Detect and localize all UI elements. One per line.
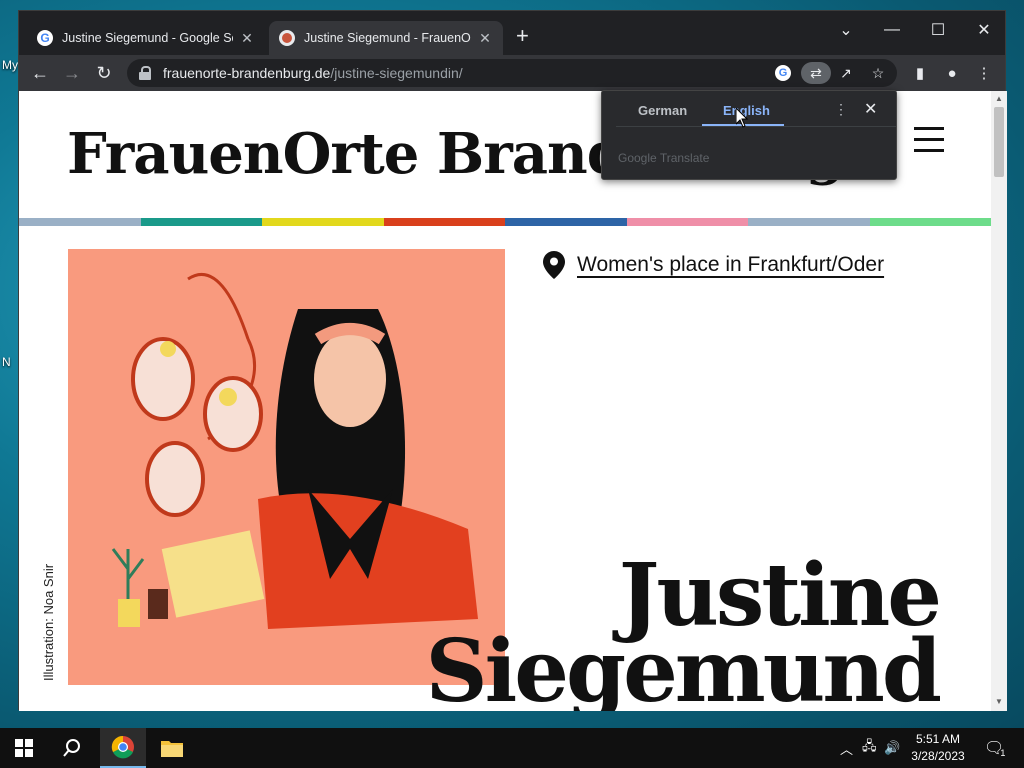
address-bar[interactable]: frauenorte-brandenburg.de/justine-siegem… [127,59,897,87]
tab-strip: G Justine Siegemund - Google Sear ✕ Just… [19,11,1005,55]
tab-close-icon[interactable]: ✕ [239,30,255,47]
bookmark-star-icon[interactable]: ☆ [867,62,889,84]
hamburger-menu-icon[interactable] [914,127,944,153]
location-pin-icon [543,251,565,279]
clock-date: 3/28/2023 [911,749,965,763]
taskbar: ︿ 🖧 🔊 5:51 AM 3/28/2023 🗨 1 [0,728,1024,768]
new-tab-button[interactable]: + [516,24,529,48]
translate-popup: German English ⋮ ✕ Google Translate [601,90,897,180]
tab-frauenorte[interactable]: Justine Siegemund - FrauenOrte ✕ [269,21,503,55]
stripe-segment [19,218,141,226]
tab-close-icon[interactable]: ✕ [477,30,493,47]
url-text[interactable]: frauenorte-brandenburg.de/justine-siegem… [163,65,463,81]
tab-search-icon[interactable]: ⌄ [823,15,869,45]
maximize-button[interactable]: ☐ [915,15,961,45]
translate-divider [616,126,896,127]
tab-title: Justine Siegemund - Google Sear [62,31,233,45]
scroll-up-icon[interactable]: ▲ [995,94,1003,103]
translate-icon[interactable]: ⇄ [801,62,831,84]
color-stripe [19,218,991,226]
reload-icon[interactable]: ↻ [91,60,117,86]
notification-icon[interactable]: 🗨 1 [984,728,1005,768]
side-panel-icon[interactable]: ▮ [907,60,933,86]
profile-icon[interactable]: ● [939,60,965,86]
translate-tab-german[interactable]: German [638,103,687,118]
stripe-segment [748,218,870,226]
tab-google-search[interactable]: G Justine Siegemund - Google Sear ✕ [27,21,265,55]
google-favicon-icon: G [37,30,53,46]
person-name-last: Siegemund [425,621,942,712]
chrome-taskbar-icon[interactable] [100,728,146,768]
close-window-button[interactable]: ✕ [961,15,1007,45]
windows-start-icon[interactable] [0,728,48,768]
browser-window: G Justine Siegemund - Google Sear ✕ Just… [18,10,1007,711]
portrait-illustration [68,249,505,685]
stripe-segment [505,218,627,226]
stripe-segment [262,218,384,226]
scroll-down-icon[interactable]: ▼ [995,697,1003,706]
desktop-icon-label[interactable]: My [2,58,18,72]
file-explorer-icon[interactable] [150,728,194,768]
scrollbar-thumb[interactable] [994,107,1004,177]
vertical-scrollbar[interactable]: ▲ ▼ [991,91,1007,711]
share-icon[interactable]: ↗ [835,62,857,84]
frauenorte-favicon-icon [279,30,295,46]
stripe-segment [869,218,991,226]
clock[interactable]: 5:51 AM 3/28/2023 [902,731,974,765]
place-link[interactable]: Women's place in Frankfurt/Oder [543,251,884,279]
lock-icon[interactable] [139,66,151,80]
notification-count: 1 [1000,748,1006,758]
mouse-cursor-icon [736,108,748,128]
illustration-credit: Illustration: Noa Snir [41,563,56,681]
tab-title: Justine Siegemund - FrauenOrte [304,31,471,45]
stripe-segment [383,218,505,226]
translate-close-icon[interactable]: ✕ [864,99,877,119]
stripe-segment [626,218,748,226]
network-icon[interactable]: 🖧 [862,728,877,768]
stripe-segment [140,218,262,226]
google-lens-icon[interactable]: G [775,65,791,81]
back-arrow-icon[interactable]: ← [27,60,53,86]
translate-options-icon[interactable]: ⋮ [834,101,848,118]
google-translate-label: Google Translate [618,151,710,165]
search-icon[interactable] [50,728,94,768]
web-page: FrauenOrte Brandenburg Illustration: Noa… [19,91,991,711]
browser-toolbar: ← → ↻ frauenorte-brandenburg.de/justine-… [19,55,1005,91]
menu-kebab-icon[interactable]: ⋮ [971,60,997,86]
desktop-icon-label[interactable]: N [2,355,11,369]
show-hidden-icons-icon[interactable]: ︿ [840,728,853,768]
place-link-text[interactable]: Women's place in Frankfurt/Oder [577,253,884,277]
clock-time: 5:51 AM [915,732,961,746]
minimize-button[interactable]: — [869,15,915,45]
forward-arrow-icon[interactable]: → [59,60,85,86]
volume-icon[interactable]: 🔊 [884,728,900,768]
